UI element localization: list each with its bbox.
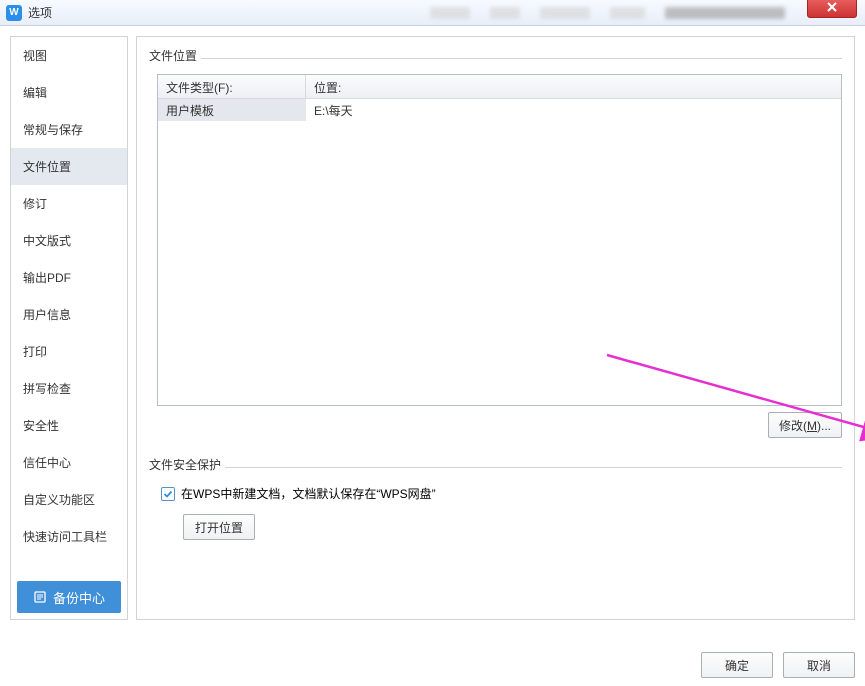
sidebar-item-label: 文件位置 xyxy=(23,160,71,174)
sidebar-items: 视图 编辑 常规与保存 文件位置 修订 中文版式 输出PDF 用户信息 打印 拼… xyxy=(11,37,127,575)
sidebar-item-label: 编辑 xyxy=(23,86,47,100)
content-panel: 文件位置 文件类型(F): 位置: 用户模板 E:\每天 修改(M)... xyxy=(136,36,855,620)
modify-button-label: 修改(M)... xyxy=(779,417,831,434)
column-location[interactable]: 位置: xyxy=(306,75,841,98)
sidebar-item-label: 修订 xyxy=(23,197,47,211)
cancel-button[interactable]: 取消 xyxy=(783,652,855,678)
sidebar-item-file-location[interactable]: 文件位置 xyxy=(11,148,127,185)
sidebar-item-chinese-layout[interactable]: 中文版式 xyxy=(11,222,127,259)
file-type-table[interactable]: 文件类型(F): 位置: 用户模板 E:\每天 xyxy=(157,74,842,406)
sidebar-item-label: 常规与保存 xyxy=(23,123,83,137)
column-type[interactable]: 文件类型(F): xyxy=(158,75,306,98)
blurred-background xyxy=(95,0,795,26)
check-icon xyxy=(163,489,173,499)
sidebar-item-label: 拼写检查 xyxy=(23,382,71,396)
file-security-group: 文件安全保护 在WPS中新建文档，文档默认保存在“WPS网盘” 打开位置 xyxy=(149,456,842,540)
checkbox-label: 在WPS中新建文档，文档默认保存在“WPS网盘” xyxy=(181,485,436,502)
default-save-checkbox-row: 在WPS中新建文档，文档默认保存在“WPS网盘” xyxy=(161,485,842,502)
group-header: 文件位置 xyxy=(149,47,842,68)
ok-button[interactable]: 确定 xyxy=(701,652,773,678)
sidebar: 视图 编辑 常规与保存 文件位置 修订 中文版式 输出PDF 用户信息 打印 拼… xyxy=(10,36,128,620)
window-title: 选项 xyxy=(28,4,52,21)
sidebar-item-label: 打印 xyxy=(23,345,47,359)
main-area: 视图 编辑 常规与保存 文件位置 修订 中文版式 输出PDF 用户信息 打印 拼… xyxy=(0,26,865,630)
modify-button[interactable]: 修改(M)... xyxy=(768,412,842,438)
app-icon-letter: W xyxy=(9,7,18,18)
group-divider xyxy=(201,58,842,59)
group-title: 文件位置 xyxy=(149,47,197,68)
security-body: 在WPS中新建文档，文档默认保存在“WPS网盘” 打开位置 xyxy=(149,477,842,540)
file-location-group: 文件位置 文件类型(F): 位置: 用户模板 E:\每天 修改(M)... xyxy=(149,47,842,438)
default-save-checkbox[interactable] xyxy=(161,487,175,501)
app-icon: W xyxy=(6,5,22,21)
close-icon xyxy=(826,1,838,13)
sidebar-item-edit[interactable]: 编辑 xyxy=(11,74,127,111)
backup-icon xyxy=(33,590,47,604)
sidebar-item-customize-ribbon[interactable]: 自定义功能区 xyxy=(11,481,127,518)
table-row[interactable]: 用户模板 E:\每天 xyxy=(158,99,841,121)
sidebar-item-label: 视图 xyxy=(23,49,47,63)
sidebar-item-label: 信任中心 xyxy=(23,456,71,470)
group-header: 文件安全保护 xyxy=(149,456,842,477)
sidebar-item-print[interactable]: 打印 xyxy=(11,333,127,370)
table-header: 文件类型(F): 位置: xyxy=(158,75,841,99)
sidebar-item-label: 自定义功能区 xyxy=(23,493,95,507)
backup-center-button[interactable]: 备份中心 xyxy=(17,581,121,613)
sidebar-item-label: 输出PDF xyxy=(23,271,71,285)
sidebar-item-security[interactable]: 安全性 xyxy=(11,407,127,444)
group-title: 文件安全保护 xyxy=(149,456,221,477)
sidebar-item-quick-access[interactable]: 快速访问工具栏 xyxy=(11,518,127,555)
group-divider xyxy=(225,467,842,468)
sidebar-item-label: 用户信息 xyxy=(23,308,71,322)
sidebar-item-label: 中文版式 xyxy=(23,234,71,248)
sidebar-item-user-info[interactable]: 用户信息 xyxy=(11,296,127,333)
cancel-label: 取消 xyxy=(807,657,831,674)
open-location-label: 打开位置 xyxy=(195,519,243,536)
sidebar-item-label: 安全性 xyxy=(23,419,59,433)
backup-center-label: 备份中心 xyxy=(53,588,105,607)
dialog-footer: 确定 取消 xyxy=(701,652,855,678)
cell-type: 用户模板 xyxy=(158,99,306,121)
sidebar-item-revision[interactable]: 修订 xyxy=(11,185,127,222)
sidebar-item-output-pdf[interactable]: 输出PDF xyxy=(11,259,127,296)
sidebar-item-label: 快速访问工具栏 xyxy=(23,530,107,544)
close-button[interactable] xyxy=(807,0,857,18)
sidebar-item-spellcheck[interactable]: 拼写检查 xyxy=(11,370,127,407)
open-location-row: 打开位置 xyxy=(161,514,842,540)
titlebar: W 选项 xyxy=(0,0,865,26)
cell-location: E:\每天 xyxy=(306,99,841,121)
sidebar-item-general-save[interactable]: 常规与保存 xyxy=(11,111,127,148)
sidebar-item-view[interactable]: 视图 xyxy=(11,37,127,74)
sidebar-item-trust-center[interactable]: 信任中心 xyxy=(11,444,127,481)
modify-row: 修改(M)... xyxy=(157,412,842,438)
open-location-button[interactable]: 打开位置 xyxy=(183,514,255,540)
ok-label: 确定 xyxy=(725,657,749,674)
